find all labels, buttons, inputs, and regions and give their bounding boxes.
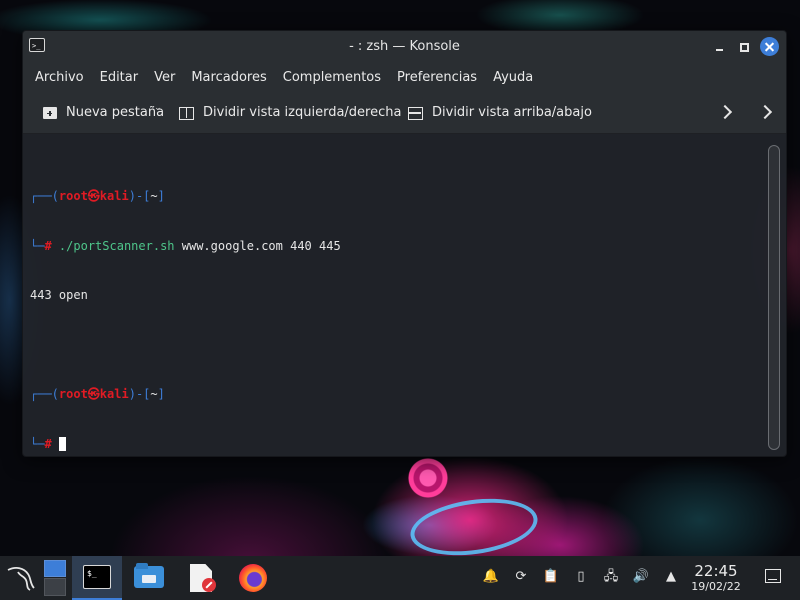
updates-icon[interactable]: ⟳ (512, 568, 530, 586)
terminal-scrollbar[interactable] (768, 145, 780, 450)
close-button[interactable] (760, 37, 779, 56)
command-text: ./portScanner.sh (58, 238, 175, 253)
prompt-decoration: ┌──( (30, 189, 59, 203)
menu-editar[interactable]: Editar (92, 63, 147, 93)
maximize-button[interactable] (736, 39, 752, 55)
prompt-user-host: root㉿kali (58, 189, 129, 203)
clock-date[interactable]: 19/02/22 (688, 580, 744, 593)
menu-complementos[interactable]: Complementos (275, 63, 389, 93)
title-bar[interactable]: >_ - : zsh — Konsole (23, 31, 786, 63)
command-line: └─# (30, 436, 766, 453)
prompt-path: ~ (150, 189, 158, 203)
command-args: www.google.com 440 445 (174, 238, 341, 253)
desktop-2[interactable] (44, 578, 66, 596)
show-desktop-icon[interactable] (765, 569, 781, 583)
kali-dragon-icon (7, 567, 35, 591)
wallpaper-ring (406, 491, 542, 563)
text-cursor (58, 436, 66, 451)
prompt-decoration: ┌──( (30, 387, 59, 401)
virtual-desktop-pager[interactable] (44, 556, 66, 600)
task-text-editor[interactable] (182, 556, 222, 600)
new-tab-button[interactable]: Nueva pestaña (43, 93, 164, 133)
split-top-bottom-button[interactable]: Dividir vista arriba/abajo (408, 93, 592, 133)
menu-archivo[interactable]: Archivo (27, 63, 92, 93)
prompt-path: ~ (150, 387, 158, 401)
prompt-hash: # (44, 436, 52, 451)
toolbar-next-icon[interactable] (717, 104, 733, 120)
new-tab-label: Nueva pestaña (66, 105, 165, 120)
prompt-decoration: └─ (30, 436, 45, 451)
menu-ver[interactable]: Ver (146, 63, 183, 93)
notifications-icon[interactable]: 🔔 (482, 568, 500, 586)
folder-icon (134, 563, 164, 588)
minimize-button[interactable] (712, 39, 728, 55)
window-title: - : zsh — Konsole (349, 39, 460, 54)
new-tab-dropdown-icon[interactable]: ⌄ (154, 103, 162, 113)
prompt-decoration: )-[ (128, 387, 151, 401)
menu-bar: Archivo Editar Ver Marcadores Complement… (23, 63, 786, 93)
prompt-decoration: └─ (30, 238, 45, 253)
split-left-right-button[interactable]: Dividir vista izquierda/derecha (179, 93, 401, 133)
prompt-line: ┌──(root㉿kali)-[~] (30, 386, 766, 403)
clipboard-icon[interactable]: 📋 (542, 568, 560, 586)
volume-icon[interactable]: 🔊 (632, 568, 650, 586)
prompt-user-host: root㉿kali (58, 387, 129, 401)
task-firefox[interactable] (232, 556, 274, 600)
usb-device-icon[interactable]: ▯ (572, 568, 590, 586)
split-horizontal-icon (408, 106, 423, 120)
task-konsole[interactable]: $_ (72, 556, 122, 600)
taskbar: $_ 🔔 ⟳ 📋 ▯ 🖧 🔊 ▲ 22:45 19/02/22 (0, 556, 800, 600)
terminal-view[interactable]: ┌──(root㉿kali)-[~] └─# ./portScanner.sh … (23, 133, 766, 456)
split-vertical-icon (179, 106, 194, 120)
menu-preferencias[interactable]: Preferencias (389, 63, 485, 93)
menu-ayuda[interactable]: Ayuda (485, 63, 541, 93)
prompt-decoration: ] (157, 189, 165, 203)
tray-expand-icon[interactable]: ▲ (662, 568, 680, 586)
prompt-decoration: )-[ (128, 189, 151, 203)
firefox-icon (239, 564, 267, 592)
terminal-icon: $_ (83, 565, 111, 589)
clock-time[interactable]: 22:45 (688, 562, 744, 580)
wallpaper-flower (408, 458, 448, 498)
network-icon[interactable]: 🖧 (602, 568, 620, 586)
konsole-window[interactable]: >_ - : zsh — Konsole Archivo Editar Ver … (22, 30, 787, 457)
desktop-1[interactable] (44, 560, 66, 577)
new-tab-icon (43, 107, 57, 119)
output-line: 443 open (30, 288, 88, 302)
menu-marcadores[interactable]: Marcadores (183, 63, 274, 93)
split-left-right-label: Dividir vista izquierda/derecha (203, 105, 402, 120)
edit-badge-icon (202, 578, 216, 592)
application-launcher[interactable] (4, 556, 40, 600)
command-line: └─# ./portScanner.sh www.google.com 440 … (30, 238, 766, 255)
prompt-decoration: ] (157, 387, 165, 401)
task-file-manager[interactable] (130, 556, 170, 600)
toolbar-overflow-icon[interactable] (757, 104, 773, 120)
prompt-line: ┌──(root㉿kali)-[~] (30, 188, 766, 205)
toolbar: Nueva pestaña ⌄ Dividir vista izquierda/… (23, 93, 786, 134)
prompt-hash: # (44, 238, 52, 253)
split-top-bottom-label: Dividir vista arriba/abajo (432, 105, 592, 120)
